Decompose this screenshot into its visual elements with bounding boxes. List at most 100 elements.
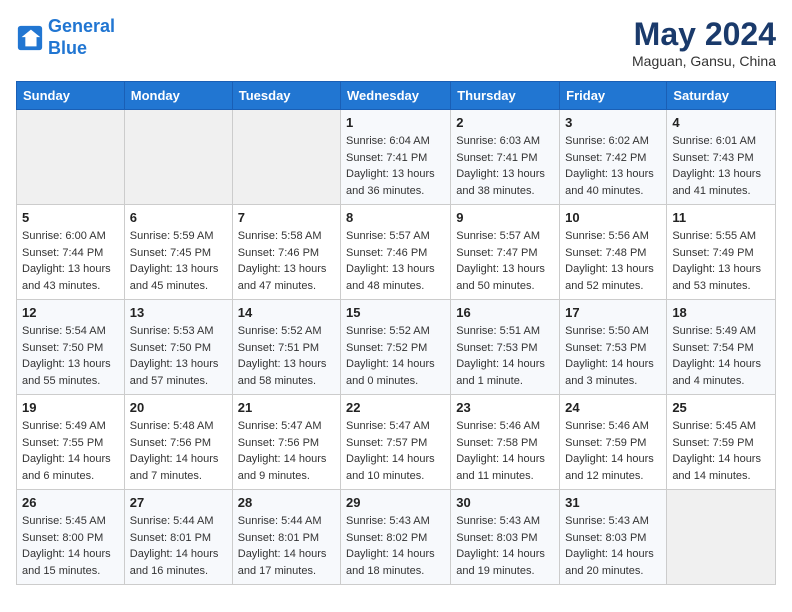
day-info: Sunrise: 6:02 AMSunset: 7:42 PMDaylight:… (565, 133, 661, 199)
calendar-cell: 3 Sunrise: 6:02 AMSunset: 7:42 PMDaylight… (560, 110, 667, 205)
day-info: Sunrise: 6:00 AMSunset: 7:44 PMDaylight:… (22, 228, 119, 294)
calendar-week-row: 26 Sunrise: 5:45 AMSunset: 8:00 PMDayligh… (17, 490, 776, 585)
day-number: 20 (130, 400, 227, 415)
day-info: Sunrise: 5:44 AMSunset: 8:01 PMDaylight:… (238, 513, 335, 579)
day-info: Sunrise: 6:01 AMSunset: 7:43 PMDaylight:… (672, 133, 770, 199)
day-number: 10 (565, 210, 661, 225)
calendar-cell: 26 Sunrise: 5:45 AMSunset: 8:00 PMDayligh… (17, 490, 125, 585)
day-number: 29 (346, 495, 445, 510)
day-info: Sunrise: 5:47 AMSunset: 7:56 PMDaylight:… (238, 418, 335, 484)
day-info: Sunrise: 5:45 AMSunset: 8:00 PMDaylight:… (22, 513, 119, 579)
day-info: Sunrise: 5:50 AMSunset: 7:53 PMDaylight:… (565, 323, 661, 389)
page-header: General Blue May 2024 Maguan, Gansu, Chi… (16, 16, 776, 69)
calendar-cell: 5 Sunrise: 6:00 AMSunset: 7:44 PMDaylight… (17, 205, 125, 300)
day-number: 9 (456, 210, 554, 225)
logo: General Blue (16, 16, 115, 59)
weekday-header: Saturday (667, 82, 776, 110)
day-info: Sunrise: 5:54 AMSunset: 7:50 PMDaylight:… (22, 323, 119, 389)
month-title: May 2024 (632, 16, 776, 53)
day-number: 19 (22, 400, 119, 415)
day-number: 2 (456, 115, 554, 130)
day-number: 18 (672, 305, 770, 320)
day-info: Sunrise: 5:55 AMSunset: 7:49 PMDaylight:… (672, 228, 770, 294)
logo-icon (16, 24, 44, 52)
day-number: 1 (346, 115, 445, 130)
day-info: Sunrise: 5:46 AMSunset: 7:58 PMDaylight:… (456, 418, 554, 484)
day-info: Sunrise: 5:43 AMSunset: 8:03 PMDaylight:… (456, 513, 554, 579)
calendar-cell (17, 110, 125, 205)
calendar-cell: 30Sunrise: 5:43 AMSunset: 8:03 PMDayligh… (451, 490, 560, 585)
weekday-header: Wednesday (341, 82, 451, 110)
calendar-table: SundayMondayTuesdayWednesdayThursdayFrid… (16, 81, 776, 585)
day-number: 25 (672, 400, 770, 415)
day-info: Sunrise: 5:49 AMSunset: 7:54 PMDaylight:… (672, 323, 770, 389)
calendar-cell: 6 Sunrise: 5:59 AMSunset: 7:45 PMDaylight… (124, 205, 232, 300)
day-info: Sunrise: 5:52 AMSunset: 7:51 PMDaylight:… (238, 323, 335, 389)
day-number: 21 (238, 400, 335, 415)
logo-line2: Blue (48, 38, 87, 58)
calendar-cell: 10Sunrise: 5:56 AMSunset: 7:48 PMDayligh… (560, 205, 667, 300)
calendar-cell: 8Sunrise: 5:57 AMSunset: 7:46 PMDaylight… (341, 205, 451, 300)
day-info: Sunrise: 5:44 AMSunset: 8:01 PMDaylight:… (130, 513, 227, 579)
day-info: Sunrise: 5:57 AMSunset: 7:47 PMDaylight:… (456, 228, 554, 294)
day-info: Sunrise: 6:03 AMSunset: 7:41 PMDaylight:… (456, 133, 554, 199)
day-info: Sunrise: 5:46 AMSunset: 7:59 PMDaylight:… (565, 418, 661, 484)
day-number: 26 (22, 495, 119, 510)
day-info: Sunrise: 5:48 AMSunset: 7:56 PMDaylight:… (130, 418, 227, 484)
calendar-cell: 17Sunrise: 5:50 AMSunset: 7:53 PMDayligh… (560, 300, 667, 395)
logo-line1: General (48, 16, 115, 36)
day-number: 28 (238, 495, 335, 510)
calendar-week-row: 19 Sunrise: 5:49 AMSunset: 7:55 PMDayligh… (17, 395, 776, 490)
calendar-cell: 14Sunrise: 5:52 AMSunset: 7:51 PMDayligh… (232, 300, 340, 395)
calendar-cell: 27 Sunrise: 5:44 AMSunset: 8:01 PMDayligh… (124, 490, 232, 585)
day-number: 27 (130, 495, 227, 510)
calendar-cell: 25 Sunrise: 5:45 AMSunset: 7:59 PMDayligh… (667, 395, 776, 490)
location: Maguan, Gansu, China (632, 53, 776, 69)
day-number: 5 (22, 210, 119, 225)
day-number: 15 (346, 305, 445, 320)
day-number: 23 (456, 400, 554, 415)
calendar-cell: 24 Sunrise: 5:46 AMSunset: 7:59 PMDayligh… (560, 395, 667, 490)
calendar-cell: 31 Sunrise: 5:43 AMSunset: 8:03 PMDayligh… (560, 490, 667, 585)
weekday-header: Friday (560, 82, 667, 110)
weekday-header: Sunday (17, 82, 125, 110)
day-number: 4 (672, 115, 770, 130)
day-number: 3 (565, 115, 661, 130)
calendar-cell: 18 Sunrise: 5:49 AMSunset: 7:54 PMDayligh… (667, 300, 776, 395)
day-number: 6 (130, 210, 227, 225)
day-number: 22 (346, 400, 445, 415)
calendar-cell: 29 Sunrise: 5:43 AMSunset: 8:02 PMDayligh… (341, 490, 451, 585)
day-number: 11 (672, 210, 770, 225)
calendar-cell: 11 Sunrise: 5:55 AMSunset: 7:49 PMDayligh… (667, 205, 776, 300)
weekday-header: Monday (124, 82, 232, 110)
day-info: Sunrise: 5:57 AMSunset: 7:46 PMDaylight:… (346, 228, 445, 294)
weekday-header: Thursday (451, 82, 560, 110)
day-number: 31 (565, 495, 661, 510)
day-info: Sunrise: 5:45 AMSunset: 7:59 PMDaylight:… (672, 418, 770, 484)
day-info: Sunrise: 5:43 AMSunset: 8:03 PMDaylight:… (565, 513, 661, 579)
calendar-cell: 1 Sunrise: 6:04 AMSunset: 7:41 PMDaylight… (341, 110, 451, 205)
calendar-week-row: 5 Sunrise: 6:00 AMSunset: 7:44 PMDaylight… (17, 205, 776, 300)
calendar-week-row: 1 Sunrise: 6:04 AMSunset: 7:41 PMDaylight… (17, 110, 776, 205)
calendar-cell (124, 110, 232, 205)
day-number: 24 (565, 400, 661, 415)
calendar-cell: 7Sunrise: 5:58 AMSunset: 7:46 PMDaylight… (232, 205, 340, 300)
title-block: May 2024 Maguan, Gansu, China (632, 16, 776, 69)
calendar-cell: 2 Sunrise: 6:03 AMSunset: 7:41 PMDaylight… (451, 110, 560, 205)
calendar-cell (232, 110, 340, 205)
day-info: Sunrise: 6:04 AMSunset: 7:41 PMDaylight:… (346, 133, 445, 199)
day-info: Sunrise: 5:53 AMSunset: 7:50 PMDaylight:… (130, 323, 227, 389)
calendar-cell: 19 Sunrise: 5:49 AMSunset: 7:55 PMDayligh… (17, 395, 125, 490)
calendar-cell: 4 Sunrise: 6:01 AMSunset: 7:43 PMDaylight… (667, 110, 776, 205)
day-number: 13 (130, 305, 227, 320)
day-info: Sunrise: 5:59 AMSunset: 7:45 PMDaylight:… (130, 228, 227, 294)
calendar-cell: 16Sunrise: 5:51 AMSunset: 7:53 PMDayligh… (451, 300, 560, 395)
calendar-cell: 22Sunrise: 5:47 AMSunset: 7:57 PMDayligh… (341, 395, 451, 490)
day-number: 7 (238, 210, 335, 225)
calendar-cell: 13 Sunrise: 5:53 AMSunset: 7:50 PMDayligh… (124, 300, 232, 395)
day-info: Sunrise: 5:43 AMSunset: 8:02 PMDaylight:… (346, 513, 445, 579)
logo-text: General Blue (48, 16, 115, 59)
calendar-cell: 23 Sunrise: 5:46 AMSunset: 7:58 PMDayligh… (451, 395, 560, 490)
day-info: Sunrise: 5:49 AMSunset: 7:55 PMDaylight:… (22, 418, 119, 484)
calendar-cell: 20 Sunrise: 5:48 AMSunset: 7:56 PMDayligh… (124, 395, 232, 490)
